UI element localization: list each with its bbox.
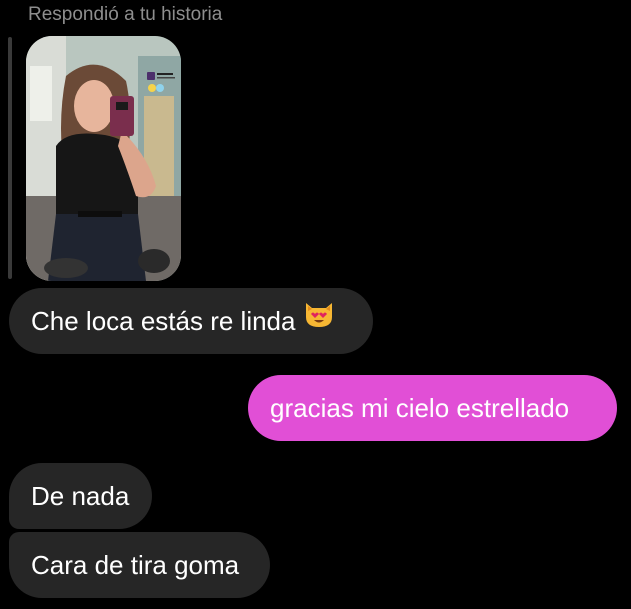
reply-caption: Respondió a tu historia [28, 4, 223, 25]
message-bubble-incoming[interactable]: Che loca estás re linda [9, 288, 373, 354]
message-text: Che loca estás re linda [31, 306, 296, 336]
message-text: gracias mi cielo estrellado [270, 393, 570, 423]
message-text: Cara de tira goma [31, 550, 240, 580]
message-bubble-outgoing[interactable]: gracias mi cielo estrellado [248, 375, 617, 441]
smiling-cat-heart-eyes-icon [303, 287, 335, 353]
message-text: De nada [31, 481, 130, 511]
message-bubble-incoming[interactable]: De nada [9, 463, 152, 529]
reply-indicator-line [8, 37, 12, 279]
message-bubble-incoming[interactable]: Cara de tira goma [9, 532, 270, 598]
story-thumbnail[interactable] [26, 36, 181, 281]
